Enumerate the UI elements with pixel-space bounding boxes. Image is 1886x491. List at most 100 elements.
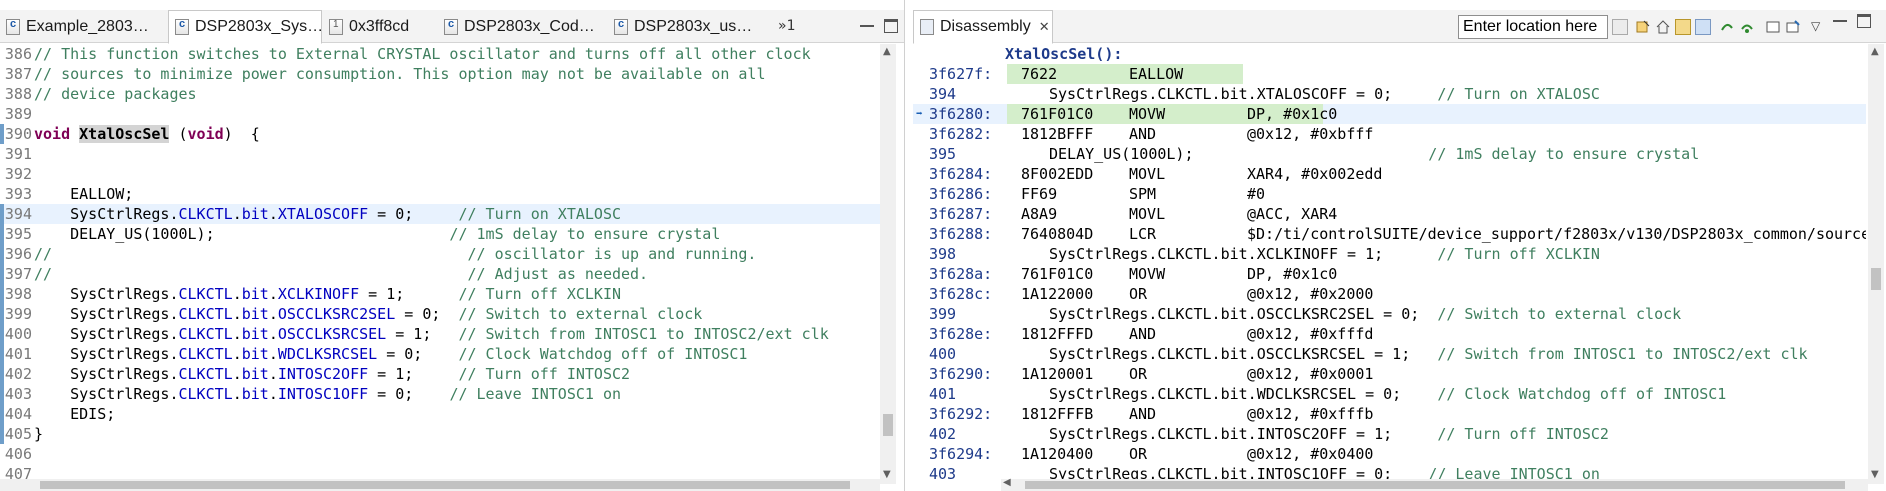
scroll-thumb[interactable]: [40, 481, 850, 489]
source-line[interactable]: 403 SysCtrlRegs.CLKCTL.bit.INTOSC1OFF = …: [0, 384, 880, 404]
disassembly-source-line[interactable]: 394 SysCtrlRegs.CLKCTL.bit.XTALOSCOFF = 0…: [913, 84, 1866, 104]
disassembly-instruction[interactable]: 3f6290: 1A120001 OR @0x12, #0x0001: [913, 364, 1866, 384]
code-text: SysCtrlRegs.CLKCTL.bit.OSCCLKSRC2SEL = 0…: [34, 305, 703, 323]
source-line[interactable]: 397// // Adjust as needed.: [0, 264, 880, 284]
minimize-icon[interactable]: [1833, 14, 1847, 22]
disassembly-vertical-scrollbar[interactable]: ▲ ▼: [1868, 44, 1884, 484]
scroll-thumb[interactable]: [883, 414, 893, 436]
change-marker: [0, 224, 4, 244]
tab-label: DSP2803x_us…: [634, 17, 753, 35]
code-text: // device packages: [34, 85, 197, 103]
tab-disassembly[interactable]: Disassembly ✕: [913, 10, 1053, 44]
tab-codestart-file[interactable]: DSP2803x_Cod…: [438, 10, 608, 43]
disassembly-pane: Disassembly ✕ ▽ XtalOscSel():3f627f:7622…: [913, 0, 1886, 491]
source-line[interactable]: 386// This function switches to External…: [0, 44, 880, 64]
tab-sysctrl-file[interactable]: DSP2803x_Sys… ✕: [168, 10, 322, 44]
home-icon[interactable]: [1655, 19, 1671, 35]
disassembly-horizontal-scrollbar[interactable]: ◀: [1001, 477, 1868, 491]
disassembly-instruction[interactable]: 3f628e: 1812FFFD AND @0x12, #0xfffd: [913, 324, 1866, 344]
maximize-icon[interactable]: [884, 19, 898, 33]
disassembly-source-line[interactable]: 402 SysCtrlRegs.CLKCTL.bit.INTOSC2OFF = 1…: [913, 424, 1866, 444]
tab-memory-address[interactable]: 0x3ff8cd: [323, 10, 438, 43]
tab-usdelay-file[interactable]: DSP2803x_us…: [608, 10, 768, 43]
source-line[interactable]: 390 void XtalOscSel (void) {: [0, 124, 880, 144]
c-file-icon: [6, 18, 20, 35]
scroll-left-icon[interactable]: ◀: [1003, 477, 1011, 488]
disassembly-source-line[interactable]: 401 SysCtrlRegs.CLKCTL.bit.WDCLKSRCSEL = …: [913, 384, 1866, 404]
show-source-icon[interactable]: [1695, 19, 1711, 35]
close-icon[interactable]: ✕: [1039, 19, 1050, 35]
change-marker: [0, 204, 4, 224]
minimize-icon[interactable]: [860, 19, 874, 27]
disassembly-source-line[interactable]: 395 DELAY_US(1000L); // 1mS delay to ensu…: [913, 144, 1866, 164]
change-marker: [0, 124, 4, 144]
disassembly-instruction[interactable]: 3f6282: 1812BFFF AND @0x12, #0xbfff: [913, 124, 1866, 144]
code-text: }: [34, 425, 44, 443]
source-horizontal-scrollbar[interactable]: [0, 479, 880, 491]
scroll-thumb[interactable]: [1871, 268, 1881, 290]
source-line[interactable]: 388// device packages: [0, 84, 880, 104]
code-text: // sources to minimize power consumption…: [34, 65, 766, 83]
source-line[interactable]: 387// sources to minimize power consumpt…: [0, 64, 880, 84]
source-vertical-scrollbar[interactable]: ▲ ▼: [880, 44, 896, 484]
line-number: 389: [4, 105, 32, 123]
maximize-icon[interactable]: [1857, 14, 1871, 28]
source-line[interactable]: 392: [0, 164, 880, 184]
code-text: // This function switches to External CR…: [34, 45, 811, 63]
source-line[interactable]: 389: [0, 104, 880, 124]
disassembly-instruction[interactable]: 3f6292: 1812FFFB AND @0x12, #0xfffb: [913, 404, 1866, 424]
source-line[interactable]: 393 EALLOW;: [0, 184, 880, 204]
scroll-up-icon[interactable]: ▲: [883, 46, 891, 57]
source-line[interactable]: 394 SysCtrlRegs.CLKCTL.bit.XTALOSCOFF = …: [0, 204, 880, 224]
step-over-icon[interactable]: [1719, 19, 1735, 35]
pin-icon[interactable]: [1785, 19, 1801, 35]
disassembly-instruction[interactable]: 3f6286: FF69 SPM #0: [913, 184, 1866, 204]
source-code-area[interactable]: 386// This function switches to External…: [0, 44, 888, 484]
view-menu-chevron-down-icon[interactable]: ▽: [1811, 19, 1827, 35]
disassembly-instruction[interactable]: 3f6294: 1A120400 OR @0x12, #0x0400: [913, 444, 1866, 464]
source-line[interactable]: 399 SysCtrlRegs.CLKCTL.bit.OSCCLKSRC2SEL…: [0, 304, 880, 324]
scroll-down-icon[interactable]: ▼: [1871, 469, 1879, 480]
tab-label: DSP2803x_Cod…: [464, 17, 595, 35]
disassembly-instruction[interactable]: ➡ 3f6280: 761F01C0 MOVW DP, #0x1c0: [913, 104, 1866, 124]
disassembly-instruction[interactable]: 3f6288: 7640804D LCR $D:/ti/controlSUITE/de…: [913, 224, 1866, 244]
source-line[interactable]: 404 EDIS;: [0, 404, 880, 424]
refresh-icon[interactable]: [1739, 19, 1755, 35]
source-line[interactable]: 391: [0, 144, 880, 164]
source-line[interactable]: 398 SysCtrlRegs.CLKCTL.bit.XCLKINOFF = 1…: [0, 284, 880, 304]
disassembly-instruction[interactable]: 3f628c: 1A122000 OR @0x12, #0x2000: [913, 284, 1866, 304]
source-line[interactable]: 395 DELAY_US(1000L); // 1mS delay to ens…: [0, 224, 880, 244]
source-line[interactable]: 401 SysCtrlRegs.CLKCTL.bit.WDCLKSRCSEL =…: [0, 344, 880, 364]
link-with-debug-icon[interactable]: [1675, 19, 1691, 35]
line-number: 404: [4, 405, 32, 423]
code-text: SysCtrlRegs.CLKCTL.bit.XTALOSCOFF = 0; /…: [34, 205, 622, 223]
disassembly-instruction[interactable]: 3f6287: A8A9 MOVL @ACC, XAR4: [913, 204, 1866, 224]
sync-source-icon[interactable]: [1635, 19, 1651, 35]
disassembly-source-line[interactable]: 398 SysCtrlRegs.CLKCTL.bit.XCLKINOFF = 1;…: [913, 244, 1866, 264]
disassembly-listing[interactable]: XtalOscSel(): 3f627f: 7622 EALLOW 394 SysCtrl…: [913, 44, 1866, 484]
disassembly-source-line[interactable]: 399 SysCtrlRegs.CLKCTL.bit.OSCCLKSRC2SEL …: [913, 304, 1866, 324]
scroll-up-icon[interactable]: ▲: [1871, 46, 1879, 57]
go-to-location-icon[interactable]: [1612, 19, 1628, 35]
line-number: 393: [4, 185, 32, 203]
tab-overflow-button[interactable]: »1: [778, 18, 795, 34]
source-line[interactable]: 400 SysCtrlRegs.CLKCTL.bit.OSCCLKSRCSEL …: [0, 324, 880, 344]
disassembly-instruction[interactable]: 3f628a: 761F01C0 MOVW DP, #0x1c0: [913, 264, 1866, 284]
new-view-icon[interactable]: [1765, 19, 1781, 35]
disassembly-instruction[interactable]: 3f6284: 8F002EDD MOVL XAR4, #0x002edd: [913, 164, 1866, 184]
line-number: 386: [4, 45, 32, 63]
line-number: 397: [4, 265, 32, 283]
disassembly-source-line[interactable]: 400 SysCtrlRegs.CLKCTL.bit.OSCCLKSRCSEL =…: [913, 344, 1866, 364]
location-input[interactable]: [1458, 15, 1608, 39]
disassembly-function-label[interactable]: XtalOscSel():: [913, 44, 1866, 64]
source-line[interactable]: 405}: [0, 424, 880, 444]
source-line[interactable]: 396// // oscillator is up and running.: [0, 244, 880, 264]
code-text: // // Adjust as needed.: [34, 265, 649, 283]
scroll-thumb[interactable]: [1025, 481, 1845, 489]
tab-example-file[interactable]: Example_2803…: [0, 10, 168, 43]
scroll-down-icon[interactable]: ▼: [883, 469, 891, 480]
code-text: SysCtrlRegs.CLKCTL.bit.INTOSC2OFF = 1; /…: [34, 365, 631, 383]
source-line[interactable]: 402 SysCtrlRegs.CLKCTL.bit.INTOSC2OFF = …: [0, 364, 880, 384]
disassembly-instruction[interactable]: 3f627f: 7622 EALLOW: [913, 64, 1866, 84]
source-line[interactable]: 406: [0, 444, 880, 464]
